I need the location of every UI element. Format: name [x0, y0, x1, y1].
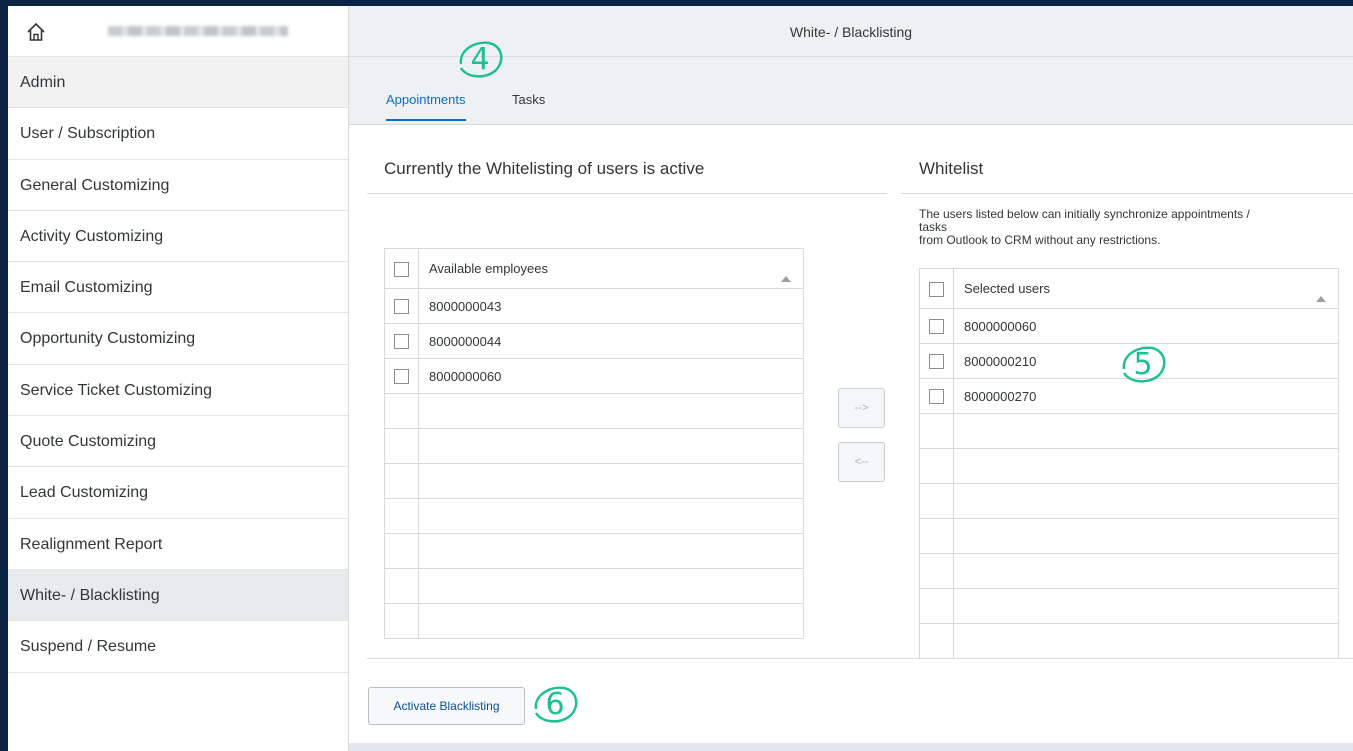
- callout-number: 4: [470, 42, 490, 77]
- sidebar-item-suspend-resume[interactable]: Suspend / Resume: [8, 621, 348, 673]
- empty-row: [919, 553, 1339, 589]
- column-header: Selected users: [953, 268, 1339, 309]
- row-checkbox[interactable]: [929, 319, 944, 335]
- selected-users-table: Selected users 8000000060 8000000210 800…: [919, 268, 1339, 659]
- user-id: 8000000060: [953, 308, 1339, 344]
- select-all-checkbox[interactable]: [929, 281, 944, 297]
- whitelist-title: Whitelist: [919, 159, 984, 178]
- divider: [901, 193, 1353, 194]
- move-left-button[interactable]: <--: [838, 442, 885, 482]
- whitelist-description: The users listed below can initially syn…: [919, 208, 1349, 247]
- empty-row: [384, 428, 804, 464]
- empty-row: [384, 498, 804, 534]
- sidebar: Admin User / Subscription General Custom…: [8, 6, 349, 751]
- row-checkbox[interactable]: [394, 299, 409, 315]
- column-header-label: Selected users: [964, 281, 1050, 296]
- table-row[interactable]: 8000000043: [384, 288, 804, 324]
- table-header-row: Selected users: [919, 268, 1339, 309]
- sidebar-item-email-customizing[interactable]: Email Customizing: [8, 262, 348, 314]
- empty-row: [919, 483, 1339, 519]
- sort-ascending-icon[interactable]: [781, 276, 791, 282]
- sidebar-item-general-customizing[interactable]: General Customizing: [8, 160, 348, 211]
- empty-row: [384, 568, 804, 604]
- move-right-button[interactable]: -->: [838, 388, 885, 428]
- sidebar-item-activity-customizing[interactable]: Activity Customizing: [8, 211, 348, 263]
- activate-blacklisting-button[interactable]: Activate Blacklisting: [368, 687, 525, 725]
- employee-id: 8000000060: [418, 358, 804, 394]
- home-icon[interactable]: [26, 22, 46, 42]
- sidebar-item-lead-customizing[interactable]: Lead Customizing: [8, 467, 348, 519]
- empty-row: [919, 518, 1339, 554]
- select-all-checkbox[interactable]: [394, 261, 409, 277]
- whitelisting-status-title: Currently the Whitelisting of users is a…: [384, 159, 705, 178]
- row-checkbox[interactable]: [394, 369, 409, 385]
- row-checkbox[interactable]: [929, 354, 944, 370]
- column-header: Available employees: [418, 248, 804, 289]
- callout-annotation-5: 5: [1118, 343, 1170, 387]
- description-line: from Outlook to CRM without any restrict…: [919, 233, 1161, 247]
- row-checkbox[interactable]: [929, 389, 944, 405]
- select-all-cell: [384, 248, 419, 289]
- description-line: The users listed below can initially syn…: [919, 207, 1250, 221]
- employee-id: 8000000044: [418, 323, 804, 359]
- empty-row: [384, 463, 804, 499]
- available-employees-table: Available employees 8000000043 800000004…: [384, 248, 804, 639]
- content-panel: Currently the Whitelisting of users is a…: [349, 125, 1353, 743]
- empty-row: [384, 533, 804, 569]
- footer-strip: [349, 743, 1353, 751]
- sidebar-item-realignment-report[interactable]: Realignment Report: [8, 519, 348, 570]
- sort-ascending-icon[interactable]: [1316, 296, 1326, 302]
- empty-row: [384, 603, 804, 639]
- sidebar-item-service-ticket-customizing[interactable]: Service Ticket Customizing: [8, 365, 348, 417]
- sidebar-header: [8, 6, 348, 57]
- sidebar-item-white-blacklisting[interactable]: White- / Blacklisting: [8, 569, 348, 622]
- select-all-cell: [919, 268, 954, 309]
- divider: [367, 193, 887, 194]
- sidebar-group-admin: Admin: [8, 57, 348, 109]
- sidebar-item-opportunity-customizing[interactable]: Opportunity Customizing: [8, 313, 348, 365]
- table-row[interactable]: 8000000060: [919, 308, 1339, 344]
- account-name-redacted: [108, 26, 288, 36]
- empty-row: [919, 623, 1339, 659]
- divider: [367, 658, 1353, 659]
- empty-row: [919, 448, 1339, 484]
- empty-row: [919, 588, 1339, 624]
- callout-annotation-6: 6: [530, 683, 582, 727]
- callout-annotation-4: 4: [455, 38, 507, 82]
- tab-appointments[interactable]: Appointments: [386, 92, 466, 121]
- table-row[interactable]: 8000000044: [384, 323, 804, 359]
- row-checkbox[interactable]: [394, 334, 409, 350]
- employee-id: 8000000043: [418, 288, 804, 324]
- table-row[interactable]: 8000000060: [384, 358, 804, 394]
- main-area: White- / Blacklisting Appointments Tasks…: [349, 6, 1353, 751]
- sidebar-item-user-subscription[interactable]: User / Subscription: [8, 108, 348, 160]
- callout-number: 6: [545, 687, 565, 722]
- tab-tasks[interactable]: Tasks: [512, 92, 545, 119]
- callout-number: 5: [1133, 347, 1153, 382]
- empty-row: [919, 413, 1339, 449]
- sidebar-item-quote-customizing[interactable]: Quote Customizing: [8, 416, 348, 468]
- column-header-label: Available employees: [429, 261, 548, 276]
- empty-row: [384, 393, 804, 429]
- table-header-row: Available employees: [384, 248, 804, 289]
